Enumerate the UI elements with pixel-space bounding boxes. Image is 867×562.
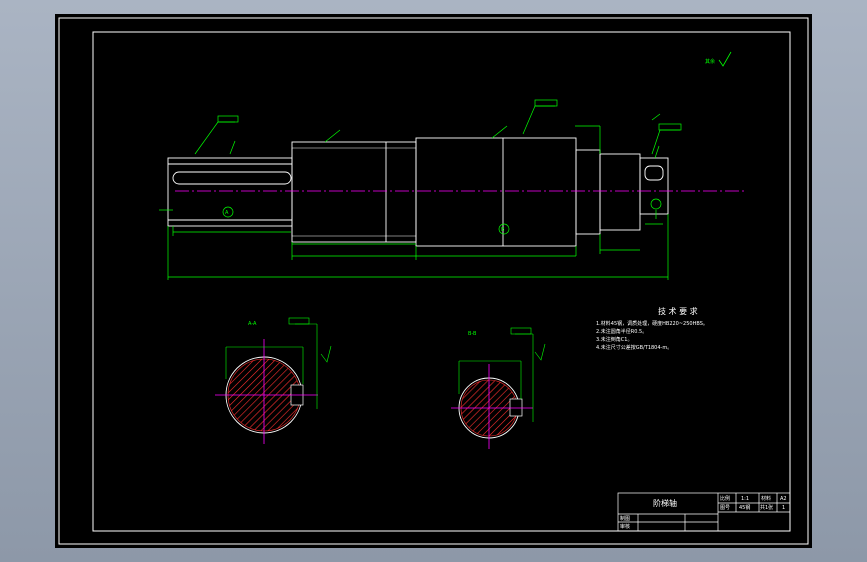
roughness-symbol-other: 其余 [705, 51, 732, 67]
technical-requirements: 技 术 要 求 1.材料45钢，调质处理，硬度HB220~250HBS。 2.未… [596, 306, 708, 351]
tech-req-item: 1.材料45钢，调质处理，硬度HB220~250HBS。 [596, 320, 708, 327]
title-cell: 图号 [720, 505, 730, 511]
title-cell: A2 [780, 496, 787, 502]
section-a-a: A-A [215, 317, 332, 444]
part-name: 阶梯轴 [653, 498, 677, 508]
section-mark-labels: A B [225, 210, 505, 233]
title-block: 阶梯轴 比例 1:1 材料 A2 图号 45钢 共1张 1 制图 审核 [617, 492, 791, 532]
shaft-dimensions [159, 99, 682, 280]
drawing-border-outer [58, 17, 809, 545]
shaft-main-view [167, 137, 669, 247]
title-cell: 审核 [620, 523, 630, 530]
tech-req-item: 3.未注倒角C1。 [596, 336, 632, 343]
title-cell: 比例 [720, 495, 730, 502]
title-cell: 1 [782, 505, 785, 511]
roughness-other-label: 其余 [705, 58, 715, 65]
tech-req-item: 2.未注圆角半径R0.5。 [596, 328, 647, 335]
section-mark-b: B [501, 227, 505, 233]
section-b-label: B-B [468, 331, 477, 337]
tech-req-item: 4.未注尺寸公差按GB/T1804-m。 [596, 344, 672, 351]
title-cell: 材料 [761, 495, 771, 502]
drawing-border-inner [92, 31, 791, 532]
section-a-label: A-A [248, 321, 257, 327]
title-cell: 45钢 [739, 504, 750, 511]
engineering-drawing: 其余 A B A-A B-B 技 术 要 求 1.材料45钢，调质处理，硬度HB… [58, 17, 809, 545]
title-cell: 制图 [620, 515, 630, 522]
section-b-b: B-B [451, 327, 546, 449]
title-cell: 1:1 [741, 496, 749, 502]
tech-req-heading: 技 术 要 求 [658, 306, 698, 316]
title-cell: 共1张 [760, 504, 773, 511]
drawing-viewport[interactable]: 其余 A B A-A B-B 技 术 要 求 1.材料45钢，调质处理，硬度HB… [55, 14, 812, 548]
section-mark-a: A [225, 210, 229, 216]
